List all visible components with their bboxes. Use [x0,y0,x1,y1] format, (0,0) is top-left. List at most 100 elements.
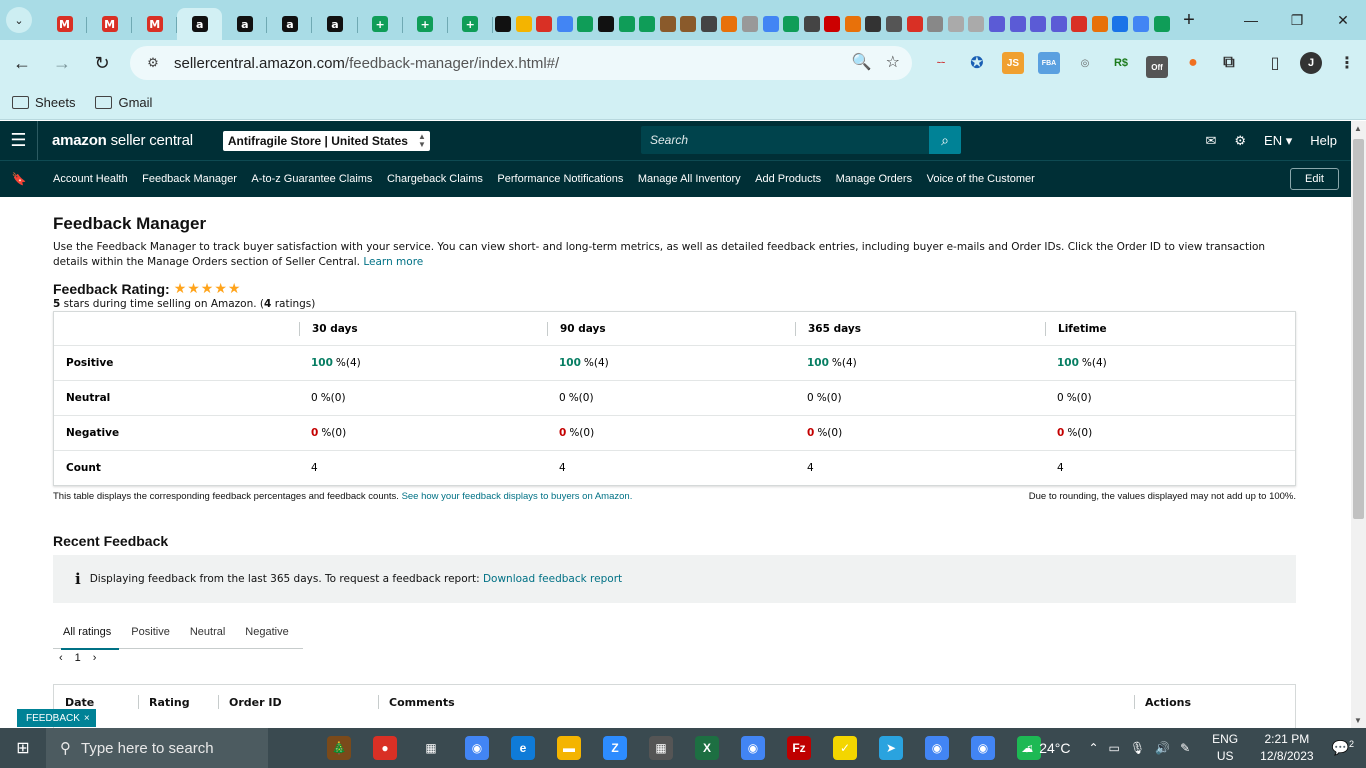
extensions-puzzle-icon[interactable]: ⧉ [1218,52,1240,74]
browser-tab-sheets[interactable]: + [448,8,493,40]
tab-all-ratings[interactable]: All ratings [53,615,121,650]
browser-tab-pinned[interactable] [1069,8,1090,40]
browser-tab-pinned[interactable] [966,8,987,40]
taskbar-chrome[interactable]: ◉ [454,728,500,768]
back-button[interactable]: ← [4,45,40,81]
gear-icon[interactable]: ⚙ [1234,133,1246,149]
col-actions[interactable]: Actions [1134,685,1294,719]
address-bar[interactable]: ⚙ sellercentral.amazon.com/feedback-mana… [130,46,912,80]
browser-tab-pinned[interactable] [637,8,658,40]
browser-tab-pinned[interactable] [925,8,946,40]
nav-manage-inventory[interactable]: Manage All Inventory [638,173,741,185]
browser-tab-pinned[interactable] [781,8,802,40]
clock[interactable]: 2:21 PM 12/8/2023 [1260,731,1313,765]
notifications-icon[interactable]: 💬2 [1332,739,1354,757]
reload-button[interactable]: ↻ [84,45,120,81]
download-report-link[interactable]: Download feedback report [483,573,622,585]
browser-tab-sheets[interactable]: + [403,8,448,40]
side-panel-icon[interactable]: ▯ [1264,52,1286,74]
nav-chargeback-claims[interactable]: Chargeback Claims [387,173,483,185]
browser-tab-pinned[interactable] [987,8,1008,40]
extension-icon-1[interactable]: ~~ [930,52,952,74]
zoom-icon[interactable]: 🔍 [852,52,872,72]
scroll-up-icon[interactable]: ▲ [1354,124,1362,133]
restore-button[interactable]: ❐ [1274,0,1320,40]
scroll-thumb[interactable] [1353,139,1364,519]
browser-tab-pinned[interactable] [863,8,884,40]
nav-add-products[interactable]: Add Products [755,173,821,185]
extension-icon-rs[interactable]: R$ [1110,52,1132,74]
browser-tab-pinned[interactable] [1028,8,1049,40]
tab-search-button[interactable]: ⌄ [6,7,32,33]
microphone-icon[interactable]: 🎙 [1130,741,1145,755]
forward-button[interactable]: → [44,45,80,81]
browser-tab-pinned[interactable] [1131,8,1152,40]
taskbar-chrome[interactable]: ◉ [730,728,776,768]
extension-icon-fba[interactable]: FBA [1038,52,1060,74]
search-icon[interactable]: ⌕ [929,126,961,154]
amazon-seller-central-logo[interactable]: amazon seller central [52,132,193,149]
nav-voice-of-customer[interactable]: Voice of the Customer [927,173,1035,185]
taskbar-excel[interactable]: X [684,728,730,768]
taskbar-gingerbread[interactable]: 🎄 [316,728,362,768]
browser-tab-pinned[interactable] [904,8,925,40]
scroll-down-icon[interactable]: ▼ [1354,716,1362,725]
taskbar-edge[interactable]: e [500,728,546,768]
browser-tab-pinned[interactable] [616,8,637,40]
taskbar-sticky-notes[interactable]: ✓ [822,728,868,768]
browser-tab-pinned[interactable] [760,8,781,40]
nav-feedback-manager[interactable]: Feedback Manager [142,173,237,185]
bookmark-sheets[interactable]: Sheets [12,95,75,110]
browser-tab-pinned[interactable] [884,8,905,40]
tab-negative[interactable]: Negative [235,615,298,649]
taskbar-chrome[interactable]: ◉ [914,728,960,768]
language-selector[interactable]: EN ▾ [1264,133,1292,149]
help-link[interactable]: Help [1310,133,1337,148]
extension-icon-8[interactable]: ● [1182,52,1204,74]
language-indicator[interactable]: ENG US [1212,731,1238,765]
browser-tab-pinned[interactable] [493,8,514,40]
nav-performance-notifications[interactable]: Performance Notifications [497,173,623,185]
browser-tab-amazon[interactable]: a [222,8,268,40]
hamburger-menu-icon[interactable]: ☰ [0,121,38,160]
close-window-button[interactable]: ✕ [1320,0,1366,40]
browser-tab-amazon[interactable]: a [177,8,223,40]
nav-a-to-z-claims[interactable]: A-to-z Guarantee Claims [251,173,372,185]
feedback-widget-tab[interactable]: FEEDBACK × [17,709,96,727]
windows-start-icon[interactable]: ⊞ [0,728,46,768]
store-selector[interactable]: Antifragile Store | United States ▲ ▼ [222,130,430,151]
extension-icon-5[interactable]: ◎ [1074,52,1096,74]
browser-tab-pinned[interactable] [513,8,534,40]
browser-tab-pinned[interactable] [555,8,576,40]
temperature[interactable]: 24°C [1039,740,1070,756]
browser-tab-pinned[interactable] [596,8,617,40]
taskbar-search[interactable]: ⚲ Type here to search [46,728,268,768]
profile-avatar[interactable]: J [1300,52,1322,74]
taskbar-task-view[interactable]: ▦ [408,728,454,768]
col-order-id[interactable]: Order ID [218,685,378,719]
close-icon[interactable]: × [84,713,90,724]
taskbar-filezilla[interactable]: Fz [776,728,822,768]
browser-tab-pinned[interactable] [1110,8,1131,40]
search-input[interactable] [641,133,929,147]
extension-icon-2[interactable]: ✪ [966,52,988,74]
weather-icon[interactable]: ☁ [1021,741,1033,755]
browser-menu-icon[interactable]: ⋮ [1336,52,1358,74]
battery-icon[interactable]: ▭ [1109,741,1120,755]
nav-account-health[interactable]: Account Health [53,173,128,185]
browser-tab-pinned[interactable] [801,8,822,40]
edit-nav-button[interactable]: Edit [1290,168,1339,190]
browser-tab-pinned[interactable] [1007,8,1028,40]
browser-tab-pinned[interactable] [1090,8,1111,40]
bookmark-icon[interactable]: 🔖 [0,172,38,186]
browser-tab-gmail[interactable]: M [132,8,178,40]
current-page[interactable]: 1 [75,652,81,664]
browser-tab-pinned[interactable] [1151,8,1172,40]
col-rating[interactable]: Rating [138,685,218,719]
page-scrollbar[interactable]: ▲ ▼ [1351,121,1366,728]
browser-tab-pinned[interactable] [534,8,555,40]
volume-icon[interactable]: 🔊 [1155,741,1170,755]
extension-icon-js[interactable]: JS [1002,52,1024,74]
browser-tab-pinned[interactable] [699,8,720,40]
show-hidden-icons[interactable]: ⌃ [1088,741,1098,755]
